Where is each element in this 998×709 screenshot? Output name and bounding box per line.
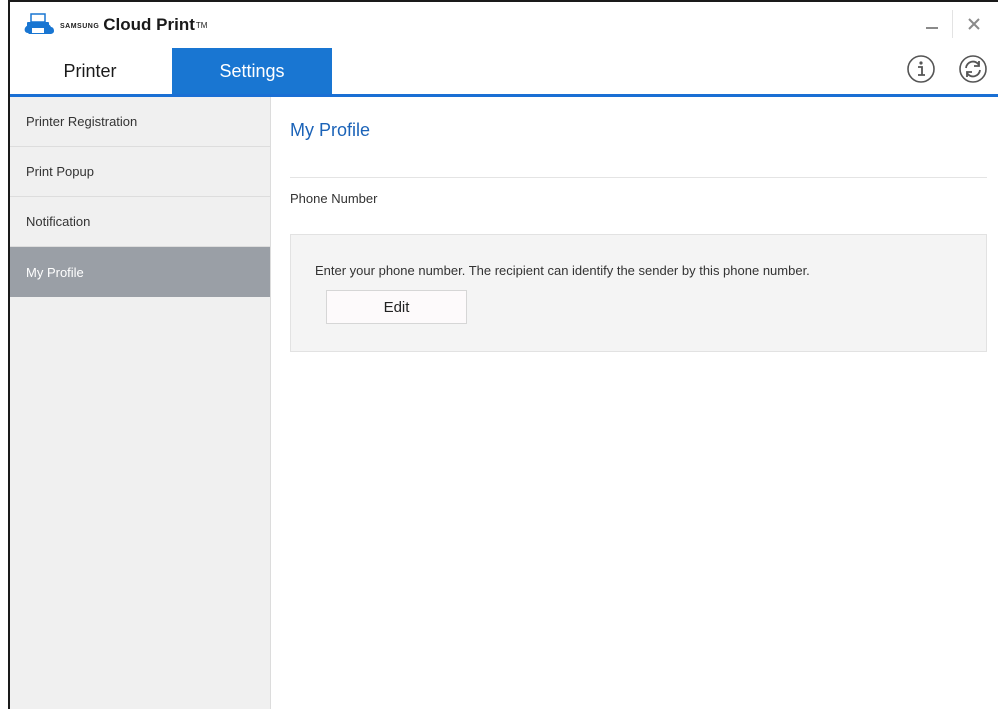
refresh-icon[interactable] [958, 54, 988, 84]
trademark: TM [195, 20, 208, 30]
phone-number-description: Enter your phone number. The recipient c… [315, 263, 810, 278]
sidebar-item-printer-registration[interactable]: Printer Registration [10, 97, 270, 147]
minimize-icon [926, 27, 938, 29]
sidebar-item-notification[interactable]: Notification [10, 197, 270, 247]
title-bar: SAMSUNG Cloud Print TM [10, 2, 998, 48]
app-window: SAMSUNG Cloud Print TM Printer Settings [8, 0, 998, 709]
edit-button[interactable]: Edit [326, 290, 467, 324]
section-label-phone-number: Phone Number [290, 191, 378, 206]
brand-samsung: SAMSUNG [60, 22, 100, 30]
info-icon[interactable] [906, 54, 936, 84]
minimize-button[interactable] [912, 2, 952, 46]
close-button[interactable] [954, 2, 994, 46]
tab-settings[interactable]: Settings [172, 48, 332, 94]
sidebar-item-my-profile[interactable]: My Profile [10, 247, 270, 297]
app-logo: SAMSUNG Cloud Print TM [24, 13, 207, 37]
page-title: My Profile [290, 120, 371, 140]
window-control-divider [952, 10, 953, 38]
main-content: My Profile Phone Number Enter your phone… [271, 97, 998, 709]
tab-bar: Printer Settings [10, 48, 998, 97]
phone-number-panel: Enter your phone number. The recipient c… [290, 234, 987, 352]
close-icon [968, 18, 980, 30]
tab-printer[interactable]: Printer [10, 48, 170, 94]
app-title: Cloud Print [103, 15, 195, 34]
divider [290, 177, 987, 178]
settings-sidebar: Printer Registration Print Popup Notific… [10, 97, 271, 709]
cloud-printer-icon [24, 13, 54, 34]
sidebar-item-print-popup[interactable]: Print Popup [10, 147, 270, 197]
